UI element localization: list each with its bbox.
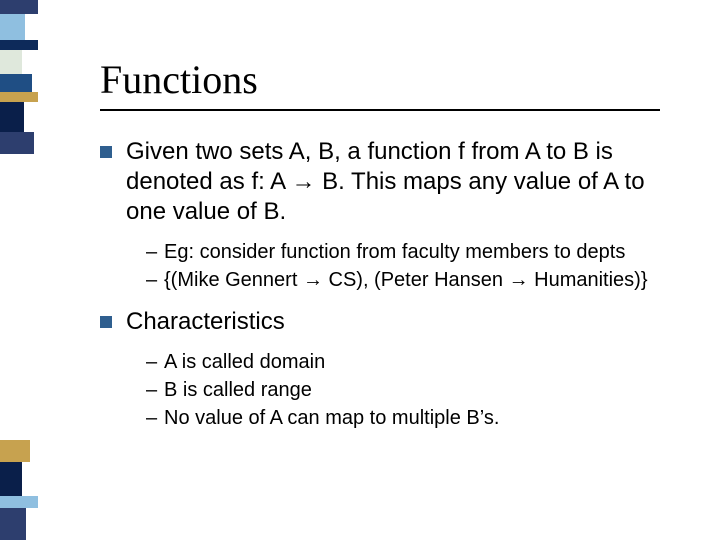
decorative-rail: [0, 0, 38, 540]
square-bullet-icon: [100, 146, 112, 158]
bullet-level2: – {(Mike Gennert → CS), (Peter Hansen → …: [146, 267, 680, 293]
sub-bullet-text: B is called range: [164, 377, 312, 403]
dash-bullet-icon: –: [146, 267, 164, 293]
bullet-level2: – No value of A can map to multiple B’s.: [146, 405, 680, 431]
bullet-level1: Characteristics: [100, 307, 680, 337]
rail-segment: [0, 92, 38, 102]
bullet-level2: – A is called domain: [146, 349, 680, 375]
rail-segment: [0, 14, 25, 40]
bullet-level2: – Eg: consider function from faculty mem…: [146, 239, 680, 265]
rail-segment: [0, 462, 22, 496]
slide-content: Functions Given two sets A, B, a functio…: [100, 56, 680, 445]
rail-segment: [0, 74, 32, 92]
rail-segment: [0, 50, 22, 74]
sub-bullet-text: A is called domain: [164, 349, 325, 375]
dash-bullet-icon: –: [146, 405, 164, 431]
sub-bullet-text: {(Mike Gennert → CS), (Peter Hansen → Hu…: [164, 267, 648, 293]
square-bullet-icon: [100, 316, 112, 328]
sub-bullet-text: No value of A can map to multiple B’s.: [164, 405, 499, 431]
sub-bullet-group: – A is called domain – B is called range…: [146, 349, 680, 431]
rail-segment: [0, 132, 34, 154]
rail-segment: [0, 496, 38, 508]
dash-bullet-icon: –: [146, 349, 164, 375]
dash-bullet-icon: –: [146, 239, 164, 265]
sub-bullet-text: Eg: consider function from faculty membe…: [164, 239, 625, 265]
title-rule: [100, 109, 660, 111]
bullet-level1: Given two sets A, B, a function f from A…: [100, 137, 680, 227]
rail-segment: [0, 40, 38, 50]
bullet-text: Given two sets A, B, a function f from A…: [126, 137, 680, 227]
sub-bullet-group: – Eg: consider function from faculty mem…: [146, 239, 680, 293]
bullet-level2: – B is called range: [146, 377, 680, 403]
bullet-text: Characteristics: [126, 307, 285, 337]
rail-segment: [0, 0, 38, 14]
rail-segment: [0, 102, 24, 132]
dash-bullet-icon: –: [146, 377, 164, 403]
rail-segment: [0, 508, 26, 540]
slide-title: Functions: [100, 56, 680, 103]
rail-segment: [0, 440, 30, 462]
